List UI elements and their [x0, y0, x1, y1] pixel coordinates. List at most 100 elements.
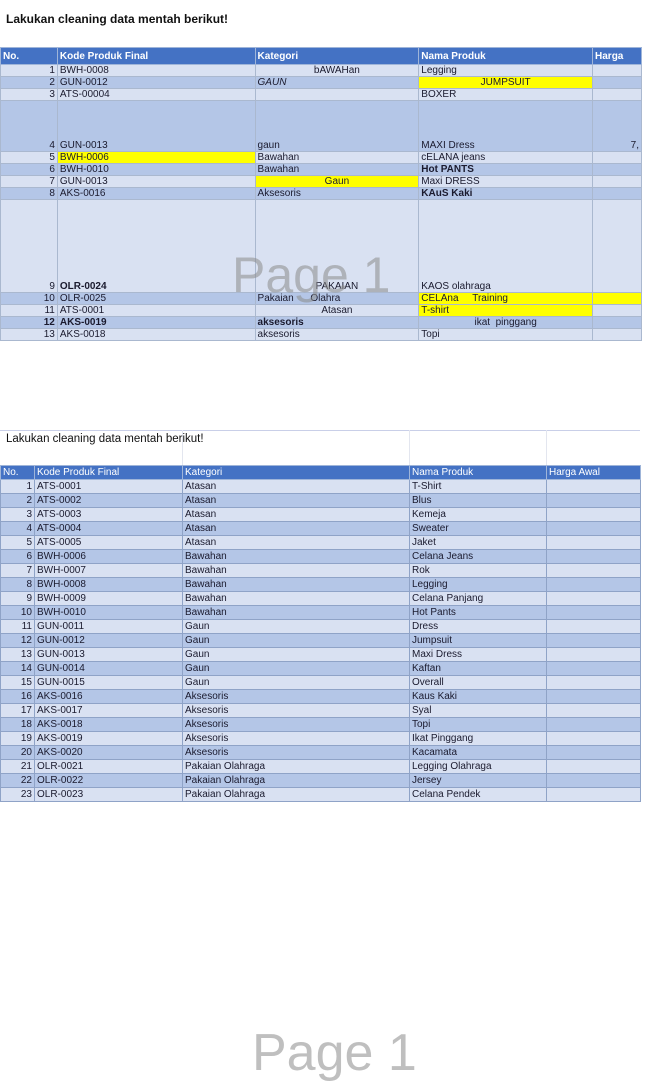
header-harga[interactable]: Harga	[592, 47, 642, 65]
cell-no[interactable]: 17	[0, 703, 35, 718]
cell-nama[interactable]: Ikat Pinggang	[409, 731, 547, 746]
cell-kode[interactable]: ATS-0003	[34, 507, 183, 522]
header-kode[interactable]: Kode Produk Final	[34, 465, 183, 480]
cell-kategori[interactable]: Gaun	[182, 675, 410, 690]
cell-kode[interactable]: ATS-0004	[34, 521, 183, 536]
cell-kategori[interactable]: Aksesoris	[182, 717, 410, 732]
cell-harga[interactable]	[546, 717, 641, 732]
cell-kode[interactable]: GUN-0012	[56, 76, 256, 89]
cell-nama[interactable]: Rok	[409, 563, 547, 578]
header-harga[interactable]: Harga Awal	[546, 465, 641, 480]
cell-kategori[interactable]: Aksesoris	[182, 689, 410, 704]
cell-harga[interactable]	[546, 591, 641, 606]
cell-harga[interactable]	[546, 703, 641, 718]
cell-kategori[interactable]: Gaun	[182, 647, 410, 662]
cell-no[interactable]: 15	[0, 675, 35, 690]
cell-kode[interactable]: BWH-0009	[34, 591, 183, 606]
cell-no[interactable]: 6	[0, 549, 35, 564]
cell-nama[interactable]: BOXER	[418, 88, 594, 101]
cell-harga[interactable]	[546, 787, 641, 802]
cell-nama[interactable]: Legging	[409, 577, 547, 592]
cell-harga[interactable]	[592, 316, 642, 329]
cell-no[interactable]: 20	[0, 745, 35, 760]
cell-kategori[interactable]: Bawahan	[182, 577, 410, 592]
header-no[interactable]: No.	[0, 465, 35, 480]
cell-kategori-highlighted[interactable]: Gaun	[254, 175, 420, 188]
cell-nama[interactable]: T-Shirt	[409, 479, 547, 494]
cell-kode[interactable]: OLR-0025	[56, 292, 256, 305]
cell-no[interactable]: 11	[0, 304, 58, 317]
cell-kategori[interactable]: Aksesoris	[182, 731, 410, 746]
cell-harga[interactable]	[546, 605, 641, 620]
cell-kategori[interactable]: PAKAIAN	[254, 199, 420, 293]
cell-nama[interactable]: Kaftan	[409, 661, 547, 676]
cell-no[interactable]: 7	[0, 175, 58, 188]
cell-kode[interactable]: BWH-0006	[34, 549, 183, 564]
cell-nama[interactable]: Jersey	[409, 773, 547, 788]
cell-nama[interactable]: MAXI Dress	[418, 100, 594, 152]
cell-harga[interactable]	[546, 633, 641, 648]
cell-harga[interactable]	[592, 88, 642, 101]
cell-harga[interactable]	[546, 647, 641, 662]
header-kode[interactable]: Kode Produk Final	[56, 47, 256, 65]
cell-kategori[interactable]: Atasan	[182, 479, 410, 494]
cell-no[interactable]: 4	[0, 100, 58, 152]
cell-no[interactable]: 11	[0, 619, 35, 634]
cell-no[interactable]: 14	[0, 661, 35, 676]
cell-no[interactable]: 22	[0, 773, 35, 788]
cell-kode[interactable]: BWH-0007	[34, 563, 183, 578]
cell-no[interactable]: 8	[0, 577, 35, 592]
cell-kategori[interactable]: gaun	[254, 100, 420, 152]
cell-nama[interactable]: cELANA jeans	[418, 151, 594, 164]
cell-harga[interactable]	[546, 773, 641, 788]
cell-harga[interactable]	[592, 175, 642, 188]
cell-kategori[interactable]: Bawahan	[182, 591, 410, 606]
cell-no[interactable]: 19	[0, 731, 35, 746]
cell-kategori[interactable]: Pakaian Olahra	[254, 292, 420, 305]
cell-kategori[interactable]: Pakaian Olahraga	[182, 759, 410, 774]
cell-kategori[interactable]: Atasan	[254, 304, 420, 317]
cell-nama[interactable]: Blus	[409, 493, 547, 508]
cell-nama[interactable]: Maxi Dress	[409, 647, 547, 662]
cell-no[interactable]: 5	[0, 151, 58, 164]
cell-harga[interactable]	[546, 689, 641, 704]
cell-kategori[interactable]: Gaun	[182, 661, 410, 676]
cell-no[interactable]: 1	[0, 64, 58, 77]
cell-kode[interactable]: BWH-0008	[34, 577, 183, 592]
cell-kode[interactable]: AKS-0016	[56, 187, 256, 200]
cell-kode[interactable]: GUN-0014	[34, 661, 183, 676]
cell-nama[interactable]: Hot PANTS	[418, 163, 594, 176]
cell-nama[interactable]: Celana Jeans	[409, 549, 547, 564]
cell-kode[interactable]: AKS-0018	[34, 717, 183, 732]
cell-kategori[interactable]: Atasan	[182, 535, 410, 550]
cell-kode[interactable]: AKS-0020	[34, 745, 183, 760]
cell-harga[interactable]	[592, 187, 642, 200]
cell-kode[interactable]: GUN-0012	[34, 633, 183, 648]
cell-nama[interactable]: Syal	[409, 703, 547, 718]
cell-nama[interactable]: Celana Pendek	[409, 787, 547, 802]
cell-no[interactable]: 21	[0, 759, 35, 774]
cell-no[interactable]: 13	[0, 328, 58, 341]
header-kategori[interactable]: Kategori	[182, 465, 410, 480]
cell-kategori[interactable]: Bawahan	[254, 151, 420, 164]
header-nama[interactable]: Nama Produk	[418, 47, 594, 65]
cell-nama[interactable]: Kaus Kaki	[409, 689, 547, 704]
cell-no[interactable]: 12	[0, 316, 58, 329]
cell-kategori[interactable]	[254, 88, 420, 101]
cell-harga[interactable]	[592, 328, 642, 341]
cell-harga[interactable]	[546, 731, 641, 746]
cell-harga[interactable]	[592, 64, 642, 77]
cell-nama[interactable]: Jumpsuit	[409, 633, 547, 648]
cell-kode[interactable]: GUN-0013	[34, 647, 183, 662]
cell-kode[interactable]: OLR-0023	[34, 787, 183, 802]
cell-harga[interactable]	[592, 163, 642, 176]
cell-kategori[interactable]: Atasan	[182, 507, 410, 522]
cell-kode[interactable]: GUN-0013	[56, 175, 256, 188]
cell-no[interactable]: 3	[0, 507, 35, 522]
cell-nama-highlighted[interactable]: CELAna Training	[418, 292, 594, 305]
cell-kategori[interactable]: Bawahan	[182, 605, 410, 620]
cell-harga[interactable]	[546, 745, 641, 760]
cell-nama[interactable]: Hot Pants	[409, 605, 547, 620]
cell-kategori[interactable]: Pakaian Olahraga	[182, 787, 410, 802]
cell-kategori[interactable]: aksesoris	[254, 316, 420, 329]
